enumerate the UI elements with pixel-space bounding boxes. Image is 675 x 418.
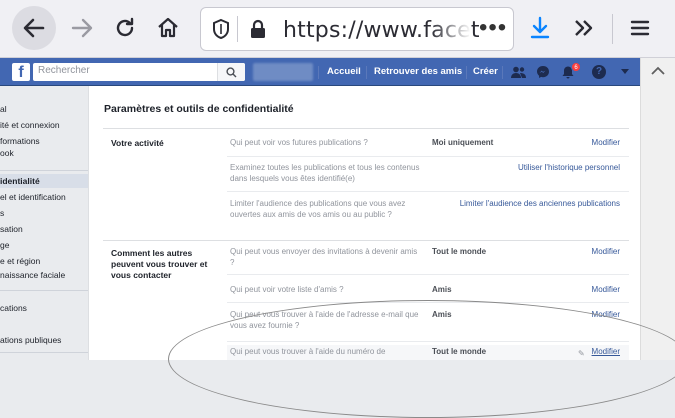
home-button[interactable] [148,8,188,48]
title-divider [103,128,629,129]
nav-separator [318,66,319,79]
download-icon [530,16,550,39]
sidebar-item-blocking[interactable]: s [0,208,88,218]
edit-link[interactable]: Modifier [592,247,620,256]
search-box[interactable]: Rechercher [33,63,245,81]
chevron-double-right-icon [575,20,593,36]
account-menu-caret-icon[interactable] [617,64,633,80]
setting-question: Limiter l'audience des publications que … [230,199,406,219]
toolbar-separator [612,14,613,44]
nav-separator [366,66,367,79]
sidebar-divider [0,352,88,353]
sidebar-item-timeline[interactable]: el et identification [0,192,88,202]
search-input[interactable]: Rechercher [38,65,90,76]
sidebar-item-your-info[interactable]: formations [0,136,88,146]
sidebar-item-facebook[interactable]: ook [0,148,88,158]
nav-separator [502,66,503,79]
sidebar-item-general[interactable]: al [0,104,88,114]
browser-toolbar: https://www.facet ••• [0,0,675,58]
reload-icon [116,17,134,37]
sidebar-divider [0,290,88,291]
nav-creer[interactable]: Créer [473,66,498,77]
reload-button[interactable] [105,8,145,48]
setting-value: Moi uniquement [432,138,494,147]
setting-value: Amis [432,285,452,294]
edit-link[interactable]: Modifier [592,285,620,294]
nav-separator [466,66,467,79]
section-divider [103,240,629,241]
help-glyph: ? [592,65,606,79]
app-menu-button[interactable] [620,8,660,48]
nav-accueil[interactable]: Accueil [327,66,361,77]
setting-question: Examinez toutes les publications et tous… [230,163,420,183]
settings-sidebar: al ité et connexion formations ook ident… [0,86,88,360]
download-button[interactable] [520,8,560,48]
setting-question: Qui peut voir vos futures publications ? [230,138,368,147]
sidebar-item-security[interactable]: ité et connexion [0,120,88,130]
more-dots-icon[interactable]: ••• [479,14,507,42]
sidebar-item-face-recognition[interactable]: naissance faciale [0,270,88,280]
url-fade [431,10,471,48]
nav-retrouver-amis[interactable]: Retrouver des amis [374,66,462,77]
help-icon[interactable]: ? [591,64,607,80]
scroll-up-arrow-icon[interactable] [651,66,665,76]
edit-link[interactable]: Modifier [592,138,620,147]
facebook-header: f Rechercher Accueil Retrouver des amis … [0,58,640,86]
page-scrollbar[interactable] [640,58,675,360]
search-button[interactable] [217,63,245,81]
sidebar-divider [0,170,88,171]
home-icon [158,17,178,38]
hamburger-menu-icon [630,20,650,36]
back-button[interactable] [12,6,56,50]
sidebar-item-language[interactable]: ge [0,240,88,250]
back-arrow-icon [23,18,45,38]
forward-button[interactable] [62,8,102,48]
row-divider [227,191,629,192]
sidebar-item-notifications[interactable]: cations [0,303,88,313]
tracking-protection-shield-icon[interactable] [211,18,231,45]
row-divider [227,274,629,275]
sidebar-item-location[interactable]: sation [0,224,88,234]
forward-arrow-icon [71,18,93,38]
url-bar[interactable]: https://www.facet ••• [200,7,514,51]
overflow-button[interactable] [563,8,603,48]
search-icon [226,66,237,77]
friend-requests-icon[interactable] [510,64,526,80]
row-divider [227,156,629,157]
setting-value: Tout le monde [432,247,487,256]
activity-log-link[interactable]: Utiliser l'historique personnel [518,163,620,172]
highlight-oval-annotation [168,300,675,418]
sidebar-item-privacy[interactable]: identialité [0,174,88,188]
lock-icon[interactable] [249,18,267,45]
facebook-logo[interactable]: f [12,63,30,81]
page-title: Paramètres et outils de confidentialité [104,103,294,115]
url-bar-separator [237,16,238,42]
setting-question: Qui peut voir votre liste d'amis ? [230,285,344,294]
limit-past-posts-link[interactable]: Limiter l'audience des anciennes publica… [460,199,620,208]
section-label-find-contact: Comment les autres peuvent vous trouver … [111,248,208,280]
sidebar-item-region[interactable]: e et région [0,256,88,266]
profile-name-blurred[interactable] [253,63,313,81]
section-label-activity: Votre activité [111,138,164,148]
sidebar-item-public-posts[interactable]: ations publiques [0,335,88,345]
messenger-icon[interactable] [535,64,551,80]
notification-badge: 6 [571,62,581,72]
setting-question: Qui peut vous envoyer des invitations à … [230,247,418,267]
